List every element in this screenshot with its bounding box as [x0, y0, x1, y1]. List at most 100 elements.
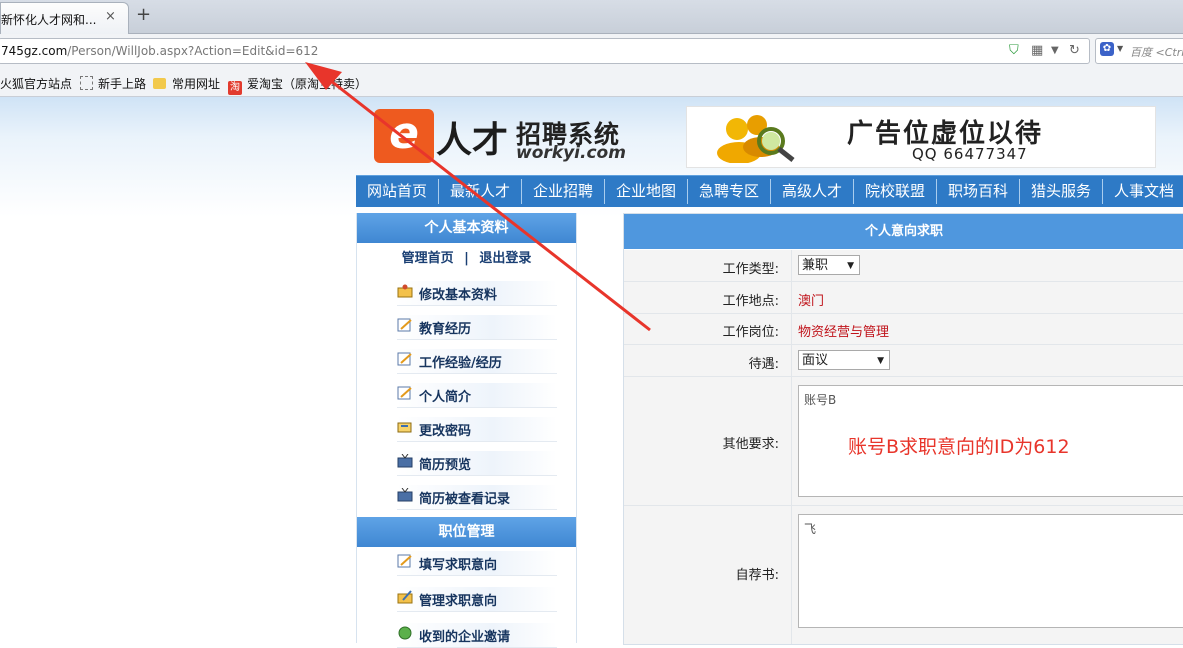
bookmark-common-sites[interactable]: 常用网址 — [153, 75, 220, 92]
taobao-icon: 淘 — [228, 81, 242, 95]
reload-icon[interactable]: ↻ — [1069, 43, 1080, 58]
dropdown-arrow-icon[interactable]: ▼ — [1051, 45, 1059, 56]
salary-select[interactable]: 面议 ▼ — [798, 350, 890, 370]
row-position: 工作岗位: 物资经营与管理 — [624, 314, 1183, 345]
sidebar-item-work-experience[interactable]: 工作经验/经历 — [397, 349, 557, 374]
logout-link[interactable]: 退出登录 — [479, 251, 531, 266]
url-path: /Person/WillJob.aspx?Action=Edit&id=612 — [67, 44, 319, 58]
intro-label: 自荐书: — [735, 568, 779, 583]
sidebar-links: 管理首页 | 退出登录 — [357, 247, 576, 266]
baidu-icon[interactable]: ✿ — [1100, 42, 1114, 56]
row-location: 工作地点: 澳门 — [624, 282, 1183, 314]
location-label: 工作地点: — [722, 294, 779, 309]
salary-label: 待遇: — [748, 357, 779, 372]
ad-banner[interactable]: 广告位虚位以待 QQ 66477347 — [686, 106, 1156, 168]
position-cell: 物资经营与管理 — [791, 314, 1183, 344]
sidebar-item-edit-profile[interactable]: 修改基本资料 — [397, 281, 557, 306]
nav-urgent[interactable]: 急聘专区 — [688, 176, 770, 207]
bookmark-label: 新手上路 — [98, 77, 147, 91]
nav-career-wiki[interactable]: 职场百科 — [937, 176, 1019, 207]
other-label: 其他要求: — [722, 437, 779, 452]
sidebar-item-label: 工作经验/经历 — [419, 356, 502, 371]
page-icon — [80, 76, 93, 90]
site-logo[interactable]: e 人才 招聘系统 workyi.com — [374, 107, 634, 167]
link-separator: | — [464, 251, 469, 266]
location-cell: 澳门 — [791, 282, 1183, 313]
row-salary: 待遇: 面议 ▼ — [624, 345, 1183, 377]
engine-dropdown-icon[interactable]: ▼ — [1117, 44, 1123, 53]
salary-value: 面议 — [802, 353, 829, 368]
sidebar-item-resume-preview[interactable]: 简历预览 — [397, 451, 557, 476]
chevron-down-icon: ▼ — [877, 356, 884, 366]
position-value[interactable]: 物资经营与管理 — [798, 321, 889, 340]
browser-tab-bar: 新怀化人才网和... × + — [0, 0, 1183, 34]
work-type-cell: 兼职 ▼ — [791, 250, 1183, 281]
password-key-icon — [397, 422, 412, 433]
bookmarks-bar: 火狐官方站点 新手上路 常用网址 淘爱淘宝（原淘宝特卖） — [0, 66, 1183, 97]
browser-tab[interactable]: 新怀化人才网和... × — [0, 2, 129, 34]
sidebar-item-change-password[interactable]: 更改密码 — [397, 417, 557, 442]
nav-headhunter[interactable]: 猎头服务 — [1020, 176, 1102, 207]
nav-jobs[interactable]: 企业招聘 — [522, 176, 604, 207]
people-search-icon — [717, 115, 795, 163]
nav-senior-talent[interactable]: 高级人才 — [771, 176, 853, 207]
intro-textarea[interactable]: 飞 — [798, 514, 1183, 628]
logo-ren-text: 人才 — [436, 120, 509, 161]
search-bar[interactable]: ✿ ▼ 百度 <Ctrl — [1095, 38, 1183, 64]
qrcode-icon[interactable]: ▦ — [1031, 43, 1043, 58]
nav-hr-docs[interactable]: 人事文档 — [1103, 176, 1183, 207]
sidebar-item-label: 管理求职意向 — [419, 594, 498, 609]
nav-company-map[interactable]: 企业地图 — [605, 176, 687, 207]
chevron-down-icon: ▼ — [847, 261, 854, 271]
edit-profile-icon — [397, 284, 413, 298]
tv-preview-icon — [397, 488, 413, 502]
sidebar-section-profile: 个人基本资料 — [357, 213, 576, 243]
sidebar-section-jobs: 职位管理 — [357, 517, 576, 547]
tv-preview-icon — [397, 454, 413, 468]
notepad-edit-icon — [397, 386, 412, 400]
annotation-text: 账号B求职意向的ID为612 — [848, 436, 1070, 458]
sidebar-item-label: 个人简介 — [419, 390, 472, 405]
bookmark-firefox-site[interactable]: 火狐官方站点 — [0, 75, 72, 92]
intro-cell: 飞 — [791, 506, 1183, 644]
nav-home[interactable]: 网站首页 — [356, 176, 438, 207]
sidebar-item-label: 简历被查看记录 — [419, 492, 511, 507]
sidebar-item-label: 简历预览 — [419, 458, 472, 473]
sidebar-item-label: 教育经历 — [419, 322, 472, 337]
sidebar-item-education[interactable]: 教育经历 — [397, 315, 557, 340]
work-type-value: 兼职 — [802, 258, 829, 273]
location-value[interactable]: 澳门 — [798, 290, 824, 309]
logo-domain: workyi.com — [516, 143, 626, 163]
sidebar-item-fill-intention[interactable]: 填写求职意向 — [397, 551, 557, 576]
sidebar-item-intro[interactable]: 个人简介 — [397, 383, 557, 408]
job-intention-form: 个人意向求职 工作类型: 兼职 ▼ 工作地点: 澳门 工作岗位: 物资经营与管理 — [623, 213, 1183, 645]
folder-icon — [153, 78, 166, 89]
nav-college[interactable]: 院校联盟 — [854, 176, 936, 207]
manage-home-link[interactable]: 管理首页 — [402, 251, 454, 266]
sidebar-item-view-records[interactable]: 简历被查看记录 — [397, 485, 557, 510]
url-text[interactable]: 745gz.com/Person/WillJob.aspx?Action=Edi… — [1, 44, 318, 58]
bookmark-newbie[interactable]: 新手上路 — [80, 75, 146, 92]
work-type-select[interactable]: 兼职 ▼ — [798, 255, 860, 275]
url-domain: 745gz.com — [1, 44, 68, 58]
search-placeholder: 百度 <Ctrl — [1130, 46, 1183, 59]
salary-cell: 面议 ▼ — [791, 345, 1183, 376]
tab-title: 新怀化人才网和... — [1, 13, 97, 27]
sidebar-item-label: 修改基本资料 — [419, 288, 498, 303]
url-bar[interactable]: 745gz.com/Person/WillJob.aspx?Action=Edi… — [0, 38, 1090, 64]
tab-close-icon[interactable]: × — [105, 9, 116, 24]
position-label: 工作岗位: — [722, 325, 779, 340]
nav-latest-talent[interactable]: 最新人才 — [439, 176, 521, 207]
logo-e-mark: e — [374, 109, 434, 163]
row-work-type: 工作类型: 兼职 ▼ — [624, 250, 1183, 282]
work-type-label: 工作类型: — [722, 262, 779, 277]
new-tab-button[interactable]: + — [136, 4, 151, 25]
globe-icon — [398, 626, 412, 640]
row-self-intro: 自荐书: 飞 — [624, 506, 1183, 644]
bookmark-label: 常用网址 — [172, 77, 221, 91]
shield-icon[interactable]: ⛉ — [1009, 43, 1019, 58]
notepad-edit-icon — [397, 352, 412, 366]
bookmark-aitaobao[interactable]: 淘爱淘宝（原淘宝特卖） — [228, 75, 367, 95]
bookmark-label: 爱淘宝（原淘宝特卖） — [247, 77, 368, 91]
sidebar-item-manage-intention[interactable]: 管理求职意向 — [397, 587, 557, 612]
